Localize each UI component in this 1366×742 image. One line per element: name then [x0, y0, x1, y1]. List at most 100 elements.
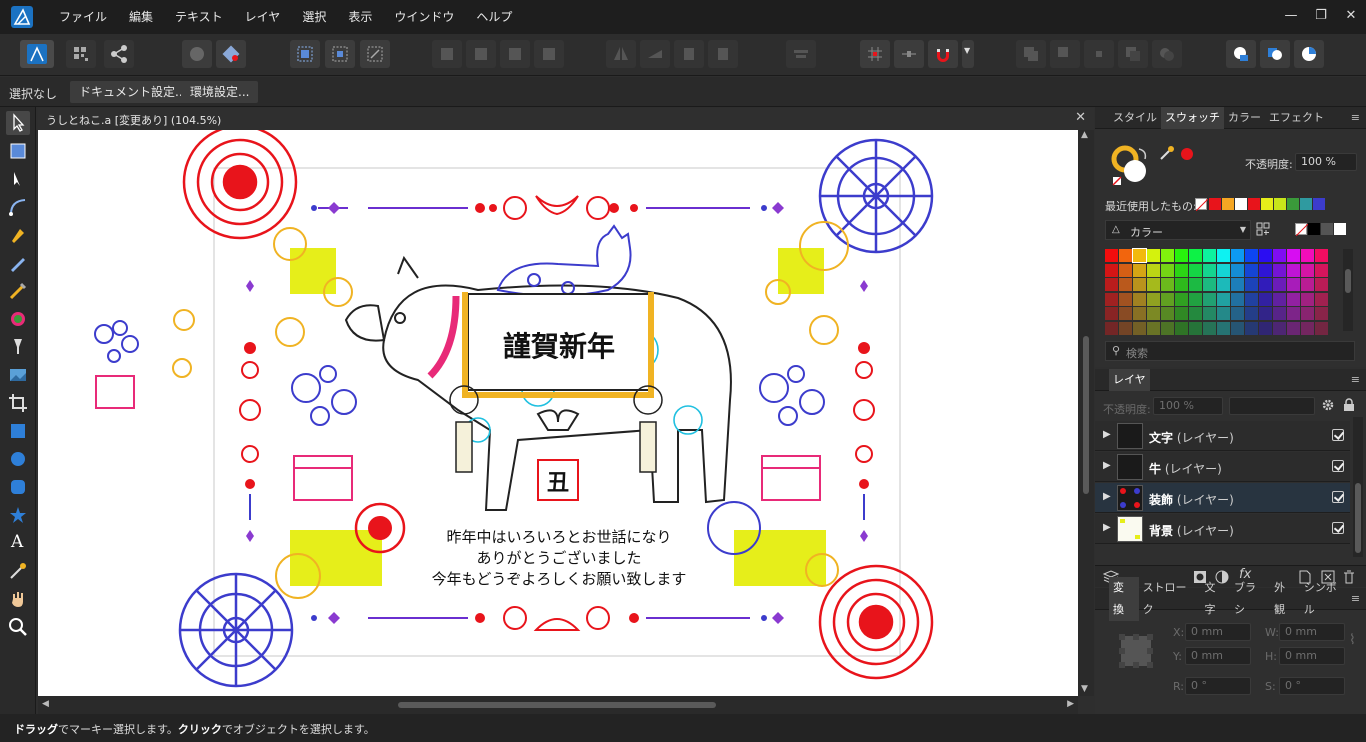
palette-swatch[interactable] [1132, 248, 1147, 263]
eyedropper-icon[interactable] [1159, 145, 1175, 161]
rectangle-tool-icon[interactable] [6, 419, 30, 443]
tab-styles[interactable]: スタイル [1109, 107, 1161, 129]
palette-swatch[interactable] [1315, 321, 1328, 335]
palette-swatch[interactable] [1189, 321, 1202, 335]
palette-swatch[interactable] [1175, 249, 1188, 262]
pencil-tool-icon[interactable] [6, 251, 30, 275]
palette-swatch[interactable] [1259, 278, 1272, 291]
white-swatch[interactable] [1334, 223, 1346, 235]
tab-swatches[interactable]: スウォッチ [1161, 106, 1224, 129]
layer-row-ox[interactable]: ▶ 牛 (レイヤー) [1095, 452, 1350, 482]
zoom-tool-icon[interactable] [6, 615, 30, 639]
palette-swatch[interactable] [1189, 263, 1202, 277]
palette-swatch[interactable] [1217, 321, 1230, 335]
palette-swatch[interactable] [1287, 321, 1300, 335]
layer-row-background[interactable]: ▶ 背景 (レイヤー) [1095, 514, 1350, 544]
palette-swatch[interactable] [1133, 307, 1146, 320]
palette-swatch[interactable] [1133, 321, 1146, 335]
order-back-button[interactable] [182, 40, 212, 68]
opacity-dropdown[interactable]: 100 % [1295, 153, 1357, 171]
palette-scroll-thumb[interactable] [1345, 269, 1351, 293]
layers-panel-menu-icon[interactable]: ≡ [1351, 373, 1360, 386]
palette-swatch[interactable] [1245, 249, 1258, 262]
artistic-text-tool-icon[interactable]: A [6, 531, 30, 555]
palette-swatch[interactable] [1203, 321, 1216, 335]
recent-color-swatch[interactable] [1313, 198, 1325, 210]
canvas[interactable]: 謹賀新年 丑 昨年中はいろいろとお世話になり ありがとうございました 今年もどう… [38, 130, 1078, 696]
current-color-swatch[interactable] [1181, 148, 1193, 160]
palette-swatch[interactable] [1287, 263, 1300, 277]
tab-character[interactable]: 文字 [1200, 577, 1230, 621]
x-field[interactable]: 0 mm [1185, 623, 1251, 641]
palette-swatch[interactable] [1301, 249, 1314, 262]
flip-horizontal-button[interactable] [606, 40, 636, 68]
transparency-tool-icon[interactable] [6, 335, 30, 359]
palette-swatch[interactable] [1189, 292, 1202, 306]
expand-arrow-icon[interactable]: ▶ [1103, 522, 1111, 533]
palette-swatch[interactable] [1175, 321, 1188, 335]
layer-lock-icon[interactable] [1343, 398, 1355, 412]
palette-swatch[interactable] [1273, 263, 1286, 277]
palette-swatch[interactable] [1119, 249, 1132, 262]
palette-swatch[interactable] [1273, 321, 1286, 335]
palette-swatch[interactable] [1245, 307, 1258, 320]
palette-swatch[interactable] [1147, 278, 1160, 291]
recent-color-swatch[interactable] [1274, 198, 1286, 210]
insert-top-button[interactable] [1260, 40, 1290, 68]
menu-view[interactable]: 表示 [337, 0, 383, 34]
tab-effects[interactable]: エフェクト [1265, 107, 1328, 129]
palette-swatch[interactable] [1217, 278, 1230, 291]
scroll-up-icon[interactable]: ▲ [1081, 130, 1088, 140]
pen-tool-icon[interactable] [6, 223, 30, 247]
snapping-dropdown-button[interactable]: ▼ [962, 40, 974, 68]
export-persona-button[interactable] [104, 40, 134, 68]
palette-swatch[interactable] [1147, 321, 1160, 335]
black-swatch[interactable] [1308, 223, 1320, 235]
menu-help[interactable]: ヘルプ [465, 0, 523, 34]
none-swatch[interactable] [1295, 223, 1309, 237]
palette-swatch[interactable] [1161, 278, 1174, 291]
layer-row-decoration[interactable]: ▶ 装飾 (レイヤー) [1095, 483, 1350, 513]
palette-swatch[interactable] [1259, 292, 1272, 306]
layers-scrollbar[interactable] [1353, 417, 1363, 557]
tab-color[interactable]: カラー [1224, 107, 1265, 129]
palette-swatch[interactable] [1147, 292, 1160, 306]
restore-button[interactable]: ❐ [1306, 0, 1336, 34]
blend-mode-field[interactable] [1229, 397, 1315, 415]
swatch-search-field[interactable]: ⚲ 検索 [1105, 341, 1355, 361]
pixel-persona-button[interactable] [66, 40, 96, 68]
tab-layers[interactable]: レイヤ [1109, 368, 1150, 391]
palette-swatch[interactable] [1175, 263, 1188, 277]
corner-tool-icon[interactable] [6, 195, 30, 219]
rotation-field[interactable]: 0 ° [1185, 677, 1251, 695]
palette-swatch[interactable] [1105, 321, 1118, 335]
palette-swatch[interactable] [1203, 307, 1216, 320]
palette-swatch[interactable] [1147, 307, 1160, 320]
color-picker-tool-icon[interactable] [6, 559, 30, 583]
layer-visibility-checkbox[interactable] [1332, 460, 1344, 472]
palette-swatch[interactable] [1105, 278, 1118, 291]
palette-swatch[interactable] [1315, 249, 1328, 262]
boolean-subtract-button[interactable] [1050, 40, 1080, 68]
layer-settings-gear-icon[interactable] [1321, 398, 1335, 412]
palette-swatch[interactable] [1301, 307, 1314, 320]
palette-swatch[interactable] [1259, 321, 1272, 335]
palette-swatch[interactable] [1217, 292, 1230, 306]
document-tab[interactable]: うしとねこ.a [変更あり] (104.5%) ✕ [38, 108, 1094, 130]
palette-swatch[interactable] [1217, 263, 1230, 277]
expand-arrow-icon[interactable]: ▶ [1103, 491, 1111, 502]
palette-swatch[interactable] [1259, 263, 1272, 277]
palette-swatch[interactable] [1105, 292, 1118, 306]
snapping-magnet-button[interactable] [928, 40, 958, 68]
menu-file[interactable]: ファイル [48, 0, 118, 34]
node-tool-icon[interactable] [6, 167, 30, 191]
w-field[interactable]: 0 mm [1279, 623, 1345, 641]
alignment-button[interactable] [786, 40, 816, 68]
crop-tool-icon[interactable] [6, 391, 30, 415]
palette-swatch[interactable] [1231, 292, 1244, 306]
menu-layer[interactable]: レイヤ [234, 0, 292, 34]
menu-edit[interactable]: 編集 [118, 0, 164, 34]
link-proportions-icon[interactable]: ⌇ [1349, 632, 1356, 648]
palette-swatch[interactable] [1231, 321, 1244, 335]
palette-swatch[interactable] [1273, 278, 1286, 291]
